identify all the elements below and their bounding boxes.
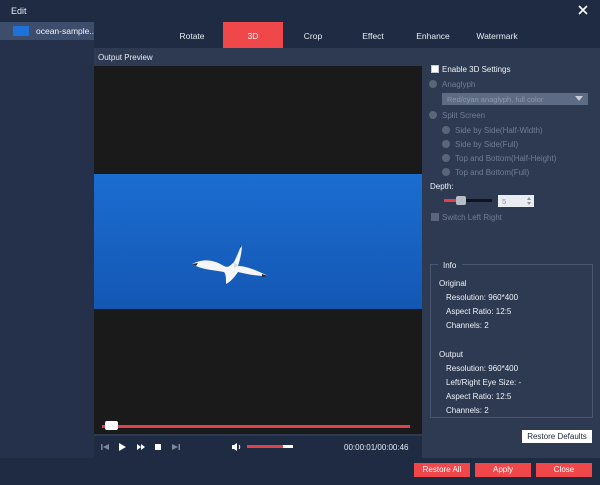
play-icon[interactable]	[115, 440, 129, 454]
depth-slider-handle[interactable]	[456, 196, 467, 205]
chevron-down-icon	[575, 96, 583, 101]
info-group-border	[430, 264, 438, 265]
skip-forward-icon[interactable]	[169, 440, 183, 454]
stop-icon[interactable]	[151, 440, 165, 454]
info-group-border	[462, 264, 593, 265]
window-title: Edit	[11, 6, 27, 16]
file-name: ocean-sample...	[36, 26, 97, 36]
split-option-label: Side by Side(Half-Width)	[455, 126, 543, 135]
video-file-icon	[13, 26, 29, 36]
output-preview-label: Output Preview	[98, 53, 153, 62]
depth-label: Depth:	[430, 182, 454, 191]
output-resolution: Resolution: 960*400	[446, 364, 519, 373]
split-screen-radio[interactable]	[429, 111, 437, 119]
time-display: 00:00:01/00:00:46	[344, 443, 409, 452]
file-list-panel: ocean-sample...	[0, 22, 97, 458]
restore-all-button[interactable]: Restore All	[414, 463, 470, 477]
switch-left-right-label: Switch Left Right	[442, 213, 503, 222]
bird-image	[192, 244, 268, 284]
split-option-label: Top and Bottom(Half-Height)	[455, 154, 557, 163]
split-option-label: Top and Bottom(Full)	[455, 168, 530, 177]
restore-defaults-button[interactable]: Restore Defaults	[522, 430, 592, 443]
anaglyph-select[interactable]: Red/cyan anaglyph, full color	[442, 93, 588, 105]
original-aspect-ratio: Aspect Ratio: 12:5	[446, 307, 512, 316]
split-option-label: Side by Side(Full)	[455, 140, 519, 149]
tab-crop[interactable]: Crop	[282, 22, 344, 48]
enable-3d-checkbox[interactable]	[431, 65, 439, 73]
original-resolution: Resolution: 960*400	[446, 293, 519, 302]
apply-button[interactable]: Apply	[475, 463, 531, 477]
title-bar: Edit	[0, 0, 600, 22]
anaglyph-label: Anaglyph	[442, 80, 476, 89]
output-channels: Channels: 2	[446, 406, 489, 415]
depth-spinbox[interactable]: 5	[498, 195, 534, 207]
output-eye-size: Left/Right Eye Size: -	[446, 378, 522, 387]
tab-enhance[interactable]: Enhance	[402, 22, 464, 48]
video-preview	[94, 66, 422, 434]
split-option-radio[interactable]	[442, 168, 450, 176]
depth-value: 5	[502, 197, 507, 206]
volume-icon[interactable]	[229, 440, 243, 454]
video-frame	[94, 174, 422, 309]
close-icon[interactable]	[576, 3, 590, 17]
fast-forward-icon[interactable]	[134, 440, 148, 454]
progress-handle[interactable]	[105, 421, 119, 430]
edit-tabs: Rotate 3D Crop Effect Enhance Watermark	[94, 22, 600, 48]
volume-level[interactable]	[247, 445, 283, 448]
enable-3d-label: Enable 3D Settings	[442, 65, 511, 74]
spin-down-icon[interactable]	[527, 202, 531, 205]
info-title: Info	[443, 261, 457, 270]
original-channels: Channels: 2	[446, 321, 489, 330]
progress-bar[interactable]	[102, 425, 410, 428]
spin-up-icon[interactable]	[527, 197, 531, 200]
split-screen-label: Split Screen	[442, 111, 486, 120]
tab-3d[interactable]: 3D	[223, 22, 283, 48]
tab-rotate[interactable]: Rotate	[150, 22, 234, 48]
close-button[interactable]: Close	[536, 463, 592, 477]
split-option-radio[interactable]	[442, 154, 450, 162]
split-option-radio[interactable]	[442, 140, 450, 148]
anaglyph-radio[interactable]	[429, 80, 437, 88]
anaglyph-select-value: Red/cyan anaglyph, full color	[447, 95, 544, 104]
file-list-item[interactable]: ocean-sample...	[0, 22, 97, 40]
output-aspect-ratio: Aspect Ratio: 12:5	[446, 392, 512, 401]
skip-back-icon[interactable]	[98, 440, 112, 454]
tab-effect[interactable]: Effect	[342, 22, 404, 48]
split-option-radio[interactable]	[442, 126, 450, 134]
tab-watermark[interactable]: Watermark	[464, 22, 530, 48]
original-heading: Original	[439, 279, 467, 288]
output-heading: Output	[439, 350, 464, 359]
switch-left-right-checkbox[interactable]	[431, 213, 439, 221]
